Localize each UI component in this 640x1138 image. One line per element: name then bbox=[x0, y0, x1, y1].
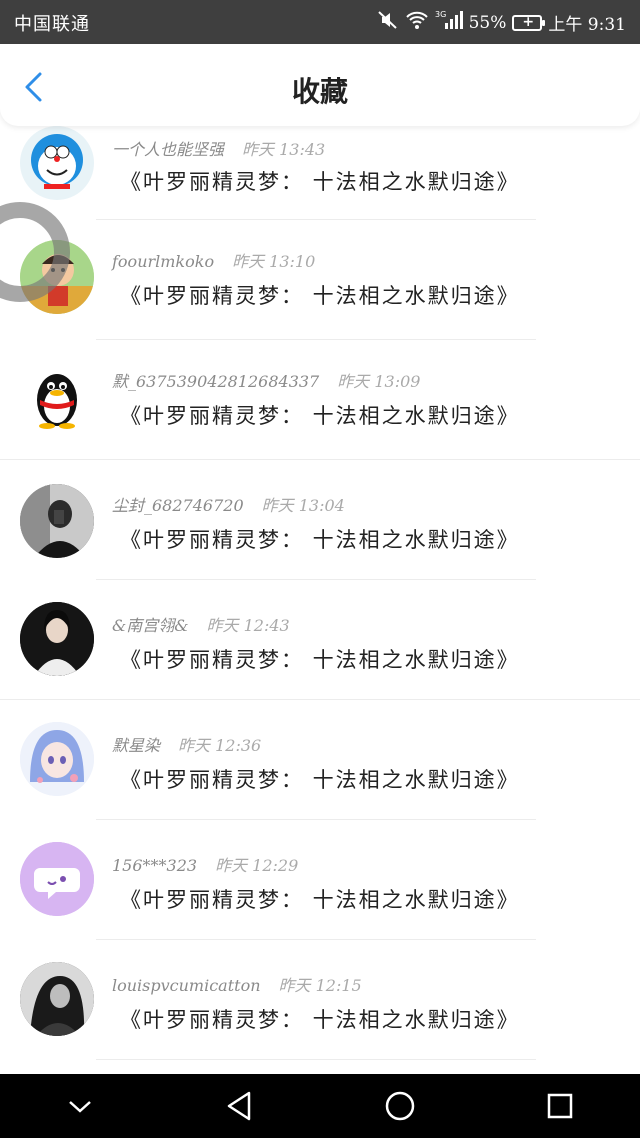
username: &南宫翎& bbox=[112, 616, 189, 635]
signal-icon: 3G bbox=[435, 9, 463, 36]
favorite-title: 《叶罗丽精灵梦： 十法相之水默归途》 bbox=[120, 404, 520, 428]
username: 尘封_682746720 bbox=[112, 496, 244, 515]
favorite-title: 《叶罗丽精灵梦： 十法相之水默归途》 bbox=[120, 888, 520, 912]
qq-penguin-avatar-icon bbox=[37, 374, 77, 429]
item-meta: foourlmkoko 昨天 13:10 bbox=[112, 248, 315, 272]
page-title: 收藏 bbox=[291, 75, 348, 108]
avatar[interactable] bbox=[20, 602, 94, 676]
item-meta: 一个人也能坚强 昨天 13:43 bbox=[112, 136, 325, 160]
avatar[interactable] bbox=[20, 126, 94, 200]
status-bar: 中国联通 3G 55% + 上午 9:31 bbox=[0, 0, 640, 44]
chevron-down-icon[interactable] bbox=[50, 1076, 110, 1136]
item-meta: louispvcumicatton 昨天 12:15 bbox=[112, 972, 362, 996]
system-nav-bar bbox=[0, 1074, 640, 1138]
doraemon-avatar-icon bbox=[31, 134, 83, 189]
item-meta: 默_637539042812684337 昨天 13:09 bbox=[112, 368, 420, 392]
photo-bw-avatar-icon bbox=[20, 962, 94, 1036]
username: 156***323 bbox=[112, 856, 198, 875]
favorite-title: 《叶罗丽精灵梦： 十法相之水默归途》 bbox=[120, 284, 520, 308]
favorite-title: 《叶罗丽精灵梦： 十法相之水默归途》 bbox=[120, 1008, 520, 1032]
back-triangle-icon[interactable] bbox=[210, 1076, 270, 1136]
timestamp: 昨天 13:43 bbox=[242, 140, 326, 159]
item-meta: 156***323 昨天 12:29 bbox=[112, 852, 298, 876]
timestamp: 昨天 12:36 bbox=[178, 736, 262, 755]
list-item[interactable]: 默星染 昨天 12:36 《叶罗丽精灵梦： 十法相之水默归途》 bbox=[0, 700, 640, 820]
timestamp: 昨天 12:15 bbox=[278, 976, 362, 995]
clock: 上午 9:31 bbox=[548, 15, 626, 35]
divider bbox=[96, 1059, 536, 1060]
username: foourlmkoko bbox=[112, 252, 215, 271]
timestamp: 昨天 13:04 bbox=[261, 496, 345, 515]
list-item[interactable]: louispvcumicatton 昨天 12:15 《叶罗丽精灵梦： 十法相之水… bbox=[0, 940, 640, 1060]
timestamp: 昨天 13:10 bbox=[232, 252, 316, 271]
favorite-title: 《叶罗丽精灵梦： 十法相之水默归途》 bbox=[120, 768, 520, 792]
list-item[interactable]: 默_637539042812684337 昨天 13:09 《叶罗丽精灵梦： 十法… bbox=[0, 340, 640, 460]
username: louispvcumicatton bbox=[112, 976, 261, 995]
avatar[interactable] bbox=[20, 360, 94, 434]
list-item[interactable]: 尘封_682746720 昨天 13:04 《叶罗丽精灵梦： 十法相之水默归途》 bbox=[0, 460, 640, 580]
wifi-icon bbox=[405, 10, 429, 35]
list-item[interactable]: &南宫翎& 昨天 12:43 《叶罗丽精灵梦： 十法相之水默归途》 bbox=[0, 580, 640, 700]
avatar[interactable] bbox=[20, 722, 94, 796]
recents-square-icon[interactable] bbox=[530, 1076, 590, 1136]
avatar[interactable] bbox=[20, 484, 94, 558]
favorite-title: 《叶罗丽精灵梦： 十法相之水默归途》 bbox=[120, 170, 520, 194]
home-circle-icon[interactable] bbox=[370, 1076, 430, 1136]
avatar[interactable] bbox=[20, 842, 94, 916]
battery-icon: + bbox=[512, 14, 546, 31]
network-type: 3G bbox=[435, 10, 446, 19]
photo-dark-avatar-icon bbox=[20, 484, 94, 558]
anime-girl-avatar-icon bbox=[20, 722, 94, 796]
item-meta: 尘封_682746720 昨天 13:04 bbox=[112, 492, 345, 516]
header: 收藏 bbox=[0, 44, 640, 126]
item-meta: &南宫翎& 昨天 12:43 bbox=[112, 612, 290, 636]
photo-woman-avatar-icon bbox=[20, 602, 94, 676]
chat-bubble-avatar-icon bbox=[20, 842, 94, 916]
list-item[interactable]: foourlmkoko 昨天 13:10 《叶罗丽精灵梦： 十法相之水默归途》 bbox=[0, 220, 640, 340]
timestamp: 昨天 13:09 bbox=[337, 372, 421, 391]
favorite-title: 《叶罗丽精灵梦： 十法相之水默归途》 bbox=[120, 528, 520, 552]
timestamp: 昨天 12:29 bbox=[215, 856, 299, 875]
status-icons: 3G 55% + 上午 9:31 bbox=[377, 9, 626, 36]
username: 默星染 bbox=[112, 736, 161, 755]
item-meta: 默星染 昨天 12:36 bbox=[112, 732, 261, 756]
avatar[interactable] bbox=[20, 962, 94, 1036]
username: 默_637539042812684337 bbox=[112, 372, 320, 391]
username: 一个人也能坚强 bbox=[112, 140, 225, 159]
list-item[interactable]: 156***323 昨天 12:29 《叶罗丽精灵梦： 十法相之水默归途》 bbox=[0, 820, 640, 940]
mute-icon bbox=[377, 9, 399, 36]
favorites-list: 一个人也能坚强 昨天 13:43 《叶罗丽精灵梦： 十法相之水默归途》 foour… bbox=[0, 126, 640, 1060]
favorite-title: 《叶罗丽精灵梦： 十法相之水默归途》 bbox=[120, 648, 520, 672]
carrier-name: 中国联通 bbox=[14, 14, 90, 35]
battery-percent: 55% bbox=[468, 12, 507, 33]
timestamp: 昨天 12:43 bbox=[206, 616, 290, 635]
